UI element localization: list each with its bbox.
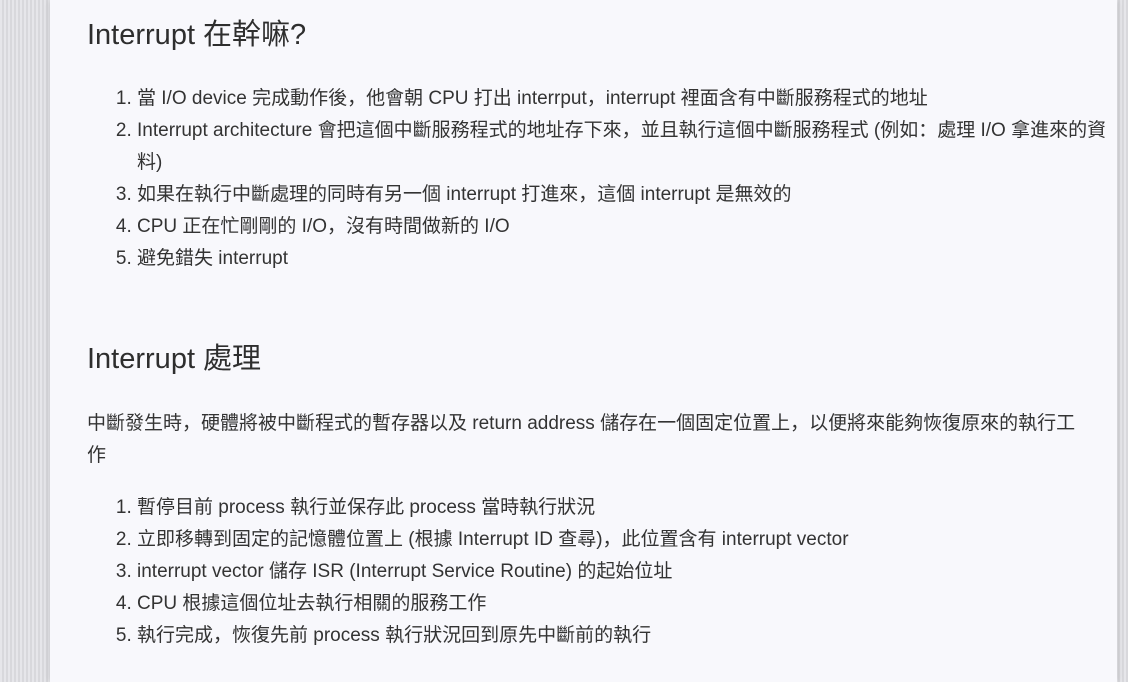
interrupt-handling-steps-list: 暫停目前 process 執行並保存此 process 當時執行狀況 立即移轉到… xyxy=(87,492,1117,652)
section-heading-interrupt-handling: Interrupt 處理 xyxy=(87,343,262,375)
interrupt-handling-paragraph: 中斷發生時，硬體將被中斷程式的暫存器以及 return address 儲存在一… xyxy=(87,413,1076,466)
list-item: 執行完成，恢復先前 process 執行狀況回到原先中斷前的執行 xyxy=(137,620,1117,652)
document-page: Interrupt 在幹嘛? 當 I/O device 完成動作後，他會朝 CP… xyxy=(50,0,1117,682)
list-item: interrupt vector 儲存 ISR (Interrupt Servi… xyxy=(137,556,1117,588)
list-item: 如果在執行中斷處理的同時有另一個 interrupt 打進來，這個 interr… xyxy=(137,179,1117,211)
list-item: 避免錯失 interrupt xyxy=(137,243,1117,275)
list-item: CPU 根據這個位址去執行相關的服務工作 xyxy=(137,588,1117,620)
section-heading-interrupt-purpose: Interrupt 在幹嘛? xyxy=(87,19,307,51)
list-item: CPU 正在忙剛剛的 I/O，沒有時間做新的 I/O xyxy=(137,211,1117,243)
list-item: 暫停目前 process 執行並保存此 process 當時執行狀況 xyxy=(137,492,1117,524)
list-item: Interrupt architecture 會把這個中斷服務程式的地址存下來，… xyxy=(137,115,1117,179)
list-item: 當 I/O device 完成動作後，他會朝 CPU 打出 interrput，… xyxy=(137,83,1117,115)
interrupt-purpose-list: 當 I/O device 完成動作後，他會朝 CPU 打出 interrput，… xyxy=(87,83,1117,275)
list-item: 立即移轉到固定的記憶體位置上 (根據 Interrupt ID 查尋)，此位置含… xyxy=(137,524,1117,556)
